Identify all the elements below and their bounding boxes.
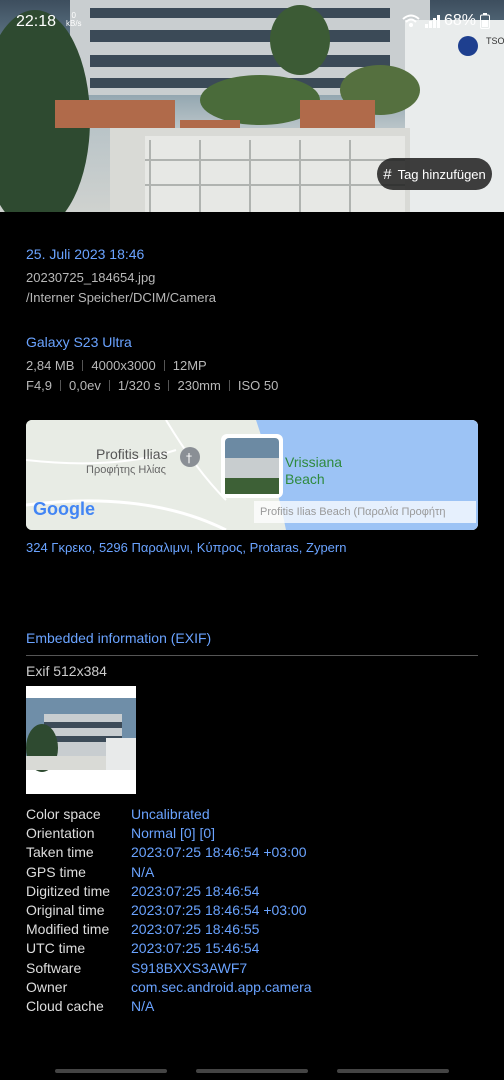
exif-row: Software S918BXXS3AWF7 <box>26 960 486 979</box>
nav-back[interactable] <box>337 1069 449 1073</box>
exif-value: 2023:07:25 18:46:55 <box>131 921 260 938</box>
status-time: 22:18 <box>16 13 57 30</box>
exif-key: GPS time <box>26 863 86 880</box>
map-place-profitis-greek: Προφήτης Ηλίας <box>86 464 166 476</box>
exif-value: 2023:07:25 18:46:54 +03:00 <box>131 844 307 861</box>
exif-row: Orientation Normal [0] [0] <box>26 825 486 844</box>
exif-row: Original time 2023:07:25 18:46:54 +03:00 <box>26 902 486 921</box>
exposure-value: 0,0ev <box>69 378 101 393</box>
exif-row: Color space Uncalibrated <box>26 806 486 825</box>
exif-key: Modified time <box>26 921 110 938</box>
exif-row: Digitized time 2023:07:25 18:46:54 <box>26 883 486 902</box>
megapixels: 12MP <box>172 358 207 373</box>
wifi-icon <box>402 14 420 27</box>
exif-value: Uncalibrated <box>131 806 210 822</box>
exif-key: Original time <box>26 901 105 918</box>
exif-table: Color space Uncalibrated Orientation Normal… <box>26 806 486 1017</box>
exif-thumbnail-size: Exif 512x384 <box>26 663 107 679</box>
google-logo: Google <box>33 499 95 519</box>
exif-row: UTC time 2023:07:25 15:46:54 <box>26 940 486 959</box>
map-place-vrissiana-line2: Beach <box>285 471 325 487</box>
date-taken[interactable]: 25. Juli 2023 18:46 <box>26 246 144 262</box>
exif-key: Cloud cache <box>26 997 104 1014</box>
exif-key: Digitized time <box>26 882 111 899</box>
status-bar: 22:18 0 kB/s 68% <box>0 0 504 44</box>
resolution: 4000x3000 <box>91 358 156 373</box>
add-tag-button[interactable]: # Tag hinzufügen <box>377 158 492 190</box>
focal-length: 230mm <box>177 378 221 393</box>
exif-value: 2023:07:25 18:46:54 <box>131 882 260 899</box>
battery-icon <box>480 13 490 29</box>
battery-percent: 68% <box>443 12 476 29</box>
exif-value: Normal [0] [0] <box>131 825 216 842</box>
exif-value: 2023:07:25 15:46:54 <box>131 940 260 957</box>
exif-row: Modified time 2023:07:25 18:46:55 <box>26 921 486 940</box>
exif-row: Owner com.sec.android.app.camera <box>26 979 486 998</box>
status-right: 68% <box>402 12 490 30</box>
net-speed: 0 kB/s <box>66 11 82 28</box>
exif-value: S918BXXS3AWF7 <box>131 959 248 976</box>
exif-row: Cloud cache N/A <box>26 998 486 1017</box>
exif-key: UTC time <box>26 940 86 957</box>
exif-value: com.sec.android.app.camera <box>131 978 312 995</box>
nav-bar <box>0 1069 504 1075</box>
exif-key: Taken time <box>26 844 94 861</box>
exif-thumbnail <box>26 686 136 794</box>
exif-key: Orientation <box>26 825 95 842</box>
shutter-speed: 1/320 s <box>117 378 161 393</box>
exif-key: Software <box>26 959 82 976</box>
nav-recent[interactable] <box>55 1069 167 1073</box>
file-size: 2,84 MB <box>26 358 75 373</box>
photo-preview[interactable]: TSO 22:18 0 kB/s 68% # Tag hinzufügen <box>0 0 504 212</box>
exif-value: 2023:07:25 18:46:54 +03:00 <box>131 901 307 918</box>
map-banner: Profitis Ilias Beach (Παραλία Προφήτη <box>254 501 476 523</box>
exif-section-title: Embedded information (EXIF) <box>26 630 212 646</box>
nav-home[interactable] <box>196 1069 308 1073</box>
location-map[interactable]: † Profitis Ilias Προφήτης Ηλίας Vrissian… <box>26 420 478 530</box>
location-address[interactable]: 324 Γκρεκο, 5296 Παραλιμνι, Κύπρος, Prot… <box>26 540 346 555</box>
exif-divider <box>26 655 478 656</box>
map-place-profitis: Profitis Ilias <box>96 446 168 462</box>
aperture: F4,9 <box>26 378 53 393</box>
map-place-vrissiana: Vrissiana Beach <box>285 454 342 488</box>
exif-value: N/A <box>131 997 155 1014</box>
exif-key: Color space <box>26 806 101 822</box>
file-path: /Interner Speicher/DCIM/Camera <box>26 290 217 305</box>
exif-value: N/A <box>131 863 155 880</box>
add-tag-label: Tag hinzufügen <box>397 166 486 182</box>
device-name: Galaxy S23 Ultra <box>26 334 132 350</box>
exif-thumbnail-image <box>26 686 136 794</box>
iso: ISO 50 <box>237 378 279 393</box>
file-name: 20230725_184654.jpg <box>26 270 156 285</box>
exif-row: GPS time N/A <box>26 864 486 883</box>
map-place-vrissiana-line1: Vrissiana <box>285 454 343 470</box>
specs-row-2: F4,9 0,0ev 1/320 s 230mm ISO 50 <box>26 378 278 393</box>
hash-icon: # <box>383 165 392 183</box>
svg-text:†: † <box>186 451 192 465</box>
signal-icon <box>424 15 440 28</box>
exif-key: Owner <box>26 978 68 995</box>
exif-row: Taken time 2023:07:25 18:46:54 +03:00 <box>26 844 486 863</box>
specs-row-1: 2,84 MB 4000x3000 12MP <box>26 358 207 373</box>
